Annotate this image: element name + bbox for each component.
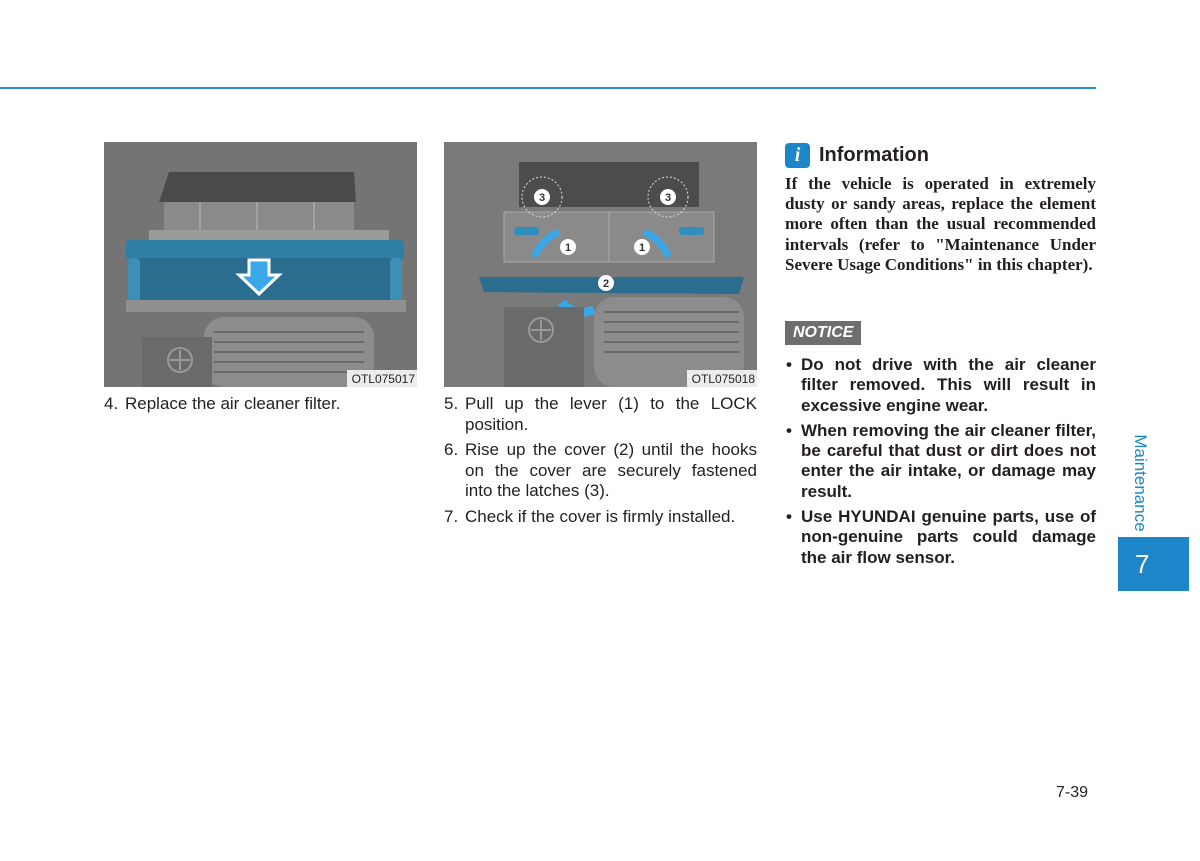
information-body: If the vehicle is operated in extremely … — [785, 174, 1096, 274]
svg-text:1: 1 — [639, 242, 645, 254]
notice-item: • Do not drive with the air cleaner filt… — [785, 355, 1096, 416]
page-number: 7-39 — [1056, 784, 1089, 801]
bullet-icon: • — [786, 355, 792, 374]
lever-right — [679, 227, 704, 235]
information-header: i Information — [785, 143, 1096, 168]
lever-left — [514, 227, 539, 235]
step-list-left: 4. Replace the air cleaner filter. — [104, 394, 417, 420]
step-list-right: 5. Pull up the lever (1) to the LOCK pos… — [444, 394, 757, 532]
step-number: 5. — [444, 394, 459, 413]
bullet-icon: • — [786, 420, 792, 440]
figure-code: OTL075017 — [346, 370, 417, 387]
notice-text: When removing the air cleaner filter, be… — [801, 420, 1096, 501]
svg-text:3: 3 — [665, 192, 671, 204]
figure-replace-filter: OTL075017 — [104, 142, 417, 387]
notice-text: Use HYUNDAI genuine parts, use of non-ge… — [801, 507, 1096, 567]
section-label-text: Maintenance — [1131, 433, 1150, 532]
battery-cover — [142, 337, 212, 387]
chapter-tab: 7 — [1118, 537, 1189, 591]
information-title: Information — [819, 144, 929, 166]
notice-badge: NOTICE — [785, 321, 862, 345]
step-text: Check if the cover is firmly installed. — [465, 506, 736, 526]
figure-install-cover: 3 3 1 1 2 OTL075018 — [444, 142, 757, 387]
notice-list: • Do not drive with the air cleaner filt… — [785, 355, 1096, 573]
header-rule — [0, 87, 1096, 89]
step-text: Replace the air cleaner filter. — [125, 394, 341, 413]
notice-text: Do not drive with the air cleaner filter… — [801, 355, 1096, 415]
step-number: 7. — [444, 506, 459, 526]
bullet-icon: • — [786, 507, 792, 527]
figure-code: OTL075018 — [686, 370, 757, 387]
step-item: 5. Pull up the lever (1) to the LOCK pos… — [444, 394, 757, 435]
step-item: 6. Rise up the cover (2) until the hooks… — [444, 440, 757, 502]
notice-item: • Use HYUNDAI genuine parts, use of non-… — [785, 507, 1096, 568]
airbox-lid — [159, 172, 356, 202]
step-item: 7. Check if the cover is firmly installe… — [444, 507, 757, 528]
step-number: 6. — [444, 440, 459, 459]
information-section: i Information If the vehicle is operated… — [785, 143, 1096, 275]
svg-text:3: 3 — [539, 192, 545, 204]
step-item: 4. Replace the air cleaner filter. — [104, 394, 417, 415]
svg-text:1: 1 — [565, 242, 571, 254]
step-text: Pull up the lever (1) to the LOCK positi… — [465, 394, 757, 434]
info-icon: i — [785, 143, 810, 168]
engine-bay-illustration-2: 3 3 1 1 2 — [444, 142, 757, 387]
step-text: Rise up the cover (2) until the hooks on… — [465, 440, 757, 500]
notice-item: • When removing the air cleaner filter, … — [785, 421, 1096, 502]
section-label: Maintenance — [1127, 430, 1153, 535]
step-number: 4. — [104, 394, 119, 413]
filter-top — [126, 240, 404, 260]
engine-bay-illustration-1 — [104, 142, 417, 387]
svg-text:2: 2 — [603, 278, 609, 290]
